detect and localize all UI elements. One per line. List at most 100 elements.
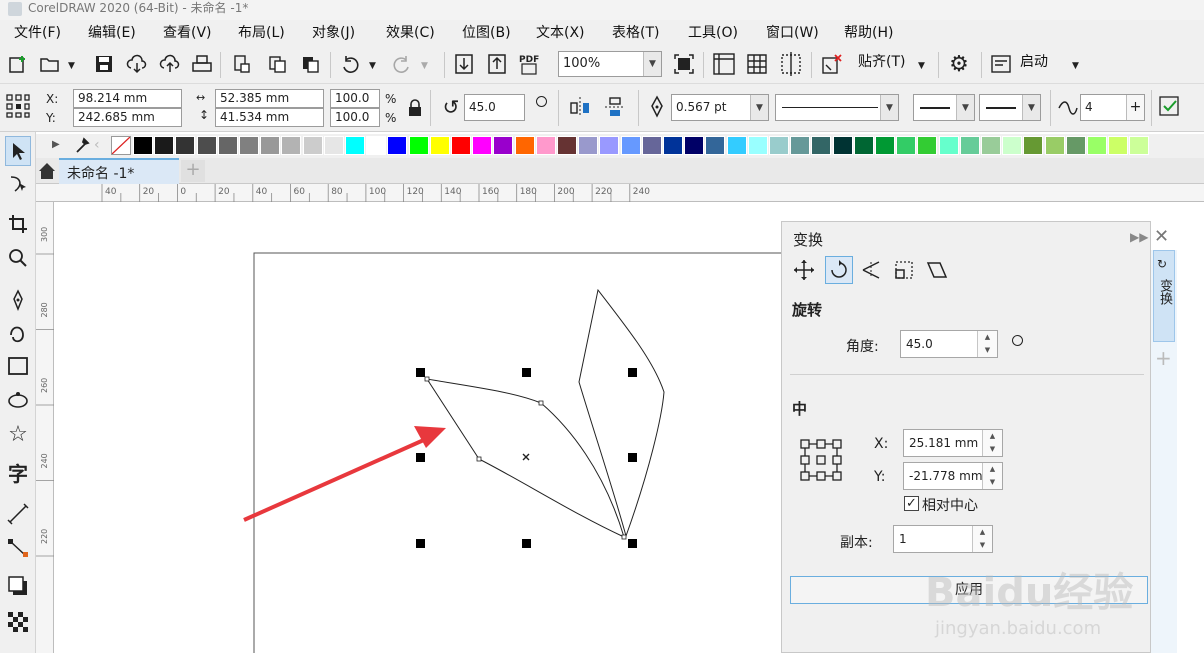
color-swatch[interactable]	[557, 136, 577, 155]
chevron-down-icon[interactable]: ▼	[918, 61, 925, 71]
polygon-star-tool-icon[interactable]: ☆	[6, 422, 30, 447]
menu-window[interactable]: 窗口(W)	[766, 23, 819, 43]
color-swatch[interactable]	[641, 136, 662, 155]
color-swatch[interactable]	[938, 136, 959, 155]
cloud-upload-icon[interactable]	[158, 52, 182, 76]
pdf-icon[interactable]: PDF	[518, 52, 542, 76]
color-swatch[interactable]	[811, 136, 832, 155]
new-document-icon[interactable]	[6, 52, 30, 76]
color-swatch[interactable]	[366, 136, 387, 155]
color-swatch[interactable]	[451, 136, 471, 155]
width-input[interactable]: 52.385 mm	[215, 89, 324, 108]
zoom-tool-icon[interactable]	[6, 246, 30, 270]
color-swatch[interactable]	[875, 136, 895, 155]
full-screen-icon[interactable]	[672, 52, 696, 76]
color-swatch[interactable]	[429, 136, 450, 155]
no-color-swatch[interactable]	[111, 136, 131, 155]
color-swatch[interactable]	[175, 136, 196, 155]
rectangle-tool-icon[interactable]	[6, 354, 30, 378]
chevron-down-icon[interactable]: ▼	[956, 95, 974, 120]
color-swatch[interactable]	[599, 136, 620, 155]
height-input[interactable]: 41.534 mm	[215, 108, 324, 127]
x-position-input[interactable]: 98.214 mm	[73, 89, 182, 108]
cloud-download-icon[interactable]	[125, 52, 149, 76]
spinner-arrows[interactable]: ▲ ▼	[977, 331, 997, 357]
color-swatch[interactable]	[514, 136, 535, 155]
chevron-down-icon[interactable]: ▼	[880, 95, 898, 120]
home-icon[interactable]	[38, 162, 56, 184]
position-tab-icon[interactable]	[792, 258, 816, 282]
vertical-ruler[interactable]: 300 280 260 240 220	[36, 202, 54, 653]
palette-scroll-icon[interactable]: ▶	[52, 139, 60, 150]
pick-tool-icon[interactable]	[5, 136, 31, 166]
add-docker-icon[interactable]: +	[1155, 346, 1172, 370]
color-swatch[interactable]	[769, 136, 789, 155]
menu-view[interactable]: 查看(V)	[163, 23, 212, 43]
connector-tool-icon[interactable]	[6, 536, 30, 560]
color-swatch[interactable]	[133, 136, 153, 155]
paste-icon[interactable]	[298, 52, 322, 76]
mirror-vertical-icon[interactable]	[603, 95, 627, 119]
redo-icon[interactable]	[390, 52, 414, 76]
import-page-icon[interactable]	[230, 52, 254, 76]
color-swatch[interactable]	[578, 136, 599, 155]
angle-input[interactable]: 45.0 ▲ ▼	[900, 330, 998, 358]
color-swatch[interactable]	[1108, 136, 1129, 155]
color-swatch[interactable]	[832, 136, 853, 155]
copies-input[interactable]: 1 ▲ ▼	[893, 525, 993, 553]
spinner-arrows[interactable]: ▲ ▼	[982, 430, 1002, 456]
color-swatch[interactable]	[493, 136, 514, 155]
ellipse-tool-icon[interactable]	[6, 388, 30, 412]
color-swatch[interactable]	[620, 136, 641, 155]
color-swatch[interactable]	[1002, 136, 1023, 155]
menu-table[interactable]: 表格(T)	[612, 23, 659, 43]
artistic-media-tool-icon[interactable]	[6, 322, 30, 346]
launch-dropdown[interactable]: 启动	[1020, 52, 1048, 72]
color-swatch[interactable]	[1023, 136, 1044, 155]
color-swatch[interactable]	[217, 136, 238, 155]
color-swatch[interactable]	[260, 136, 281, 155]
color-swatch[interactable]	[981, 136, 1001, 155]
y-position-input[interactable]: 242.685 mm	[73, 108, 182, 127]
menu-object[interactable]: 对象(J)	[312, 23, 355, 43]
show-guidelines-icon[interactable]	[779, 52, 803, 76]
color-swatch[interactable]	[239, 136, 259, 155]
chevron-down-icon[interactable]: ▼	[421, 61, 428, 71]
transparency-tool-icon[interactable]	[6, 610, 30, 634]
open-folder-icon[interactable]	[38, 52, 62, 76]
color-swatch[interactable]	[1044, 136, 1065, 155]
chevron-left-icon[interactable]: ‹	[94, 137, 100, 153]
menu-effects[interactable]: 效果(C)	[386, 23, 435, 43]
chevron-down-icon[interactable]: ▼	[643, 52, 661, 76]
rotation-angle-input[interactable]: 45.0	[464, 94, 525, 121]
color-swatch[interactable]	[535, 136, 556, 155]
menu-help[interactable]: 帮助(H)	[844, 23, 893, 43]
spinner-arrows[interactable]: ▲ ▼	[972, 526, 992, 552]
show-grid-icon[interactable]	[745, 52, 769, 76]
eyedropper-icon[interactable]	[74, 136, 90, 158]
color-swatch[interactable]	[790, 136, 811, 155]
drop-shadow-tool-icon[interactable]	[6, 574, 30, 598]
size-tab-icon[interactable]	[892, 258, 916, 282]
import-icon[interactable]	[452, 52, 476, 76]
launch-icon[interactable]	[989, 52, 1013, 76]
print-icon[interactable]	[190, 52, 214, 76]
chevron-down-icon[interactable]: ▼	[750, 95, 768, 120]
skew-tab-icon[interactable]	[925, 258, 949, 282]
add-document-tab-icon[interactable]: +	[181, 160, 205, 182]
chevron-down-icon[interactable]: ▼	[1022, 95, 1040, 120]
docker-close-icon[interactable]: ✕	[1154, 226, 1169, 247]
outline-pen-icon[interactable]	[645, 95, 669, 119]
menu-bitmaps[interactable]: 位图(B)	[462, 23, 511, 43]
color-swatch[interactable]	[472, 136, 493, 155]
reference-point-grid[interactable]	[800, 439, 844, 487]
mirror-horizontal-icon[interactable]	[568, 95, 592, 119]
options-gear-icon[interactable]: ⚙	[947, 52, 971, 77]
center-x-input[interactable]: 25.181 mm ▲ ▼	[903, 429, 1003, 457]
menu-file[interactable]: 文件(F)	[14, 23, 61, 43]
color-swatch[interactable]	[726, 136, 747, 155]
transform-side-tab[interactable]: ↻ 变换	[1153, 250, 1175, 342]
show-rulers-icon[interactable]	[712, 52, 736, 76]
color-swatch[interactable]	[323, 136, 344, 155]
relative-center-checkbox[interactable]: ✓	[904, 496, 919, 511]
